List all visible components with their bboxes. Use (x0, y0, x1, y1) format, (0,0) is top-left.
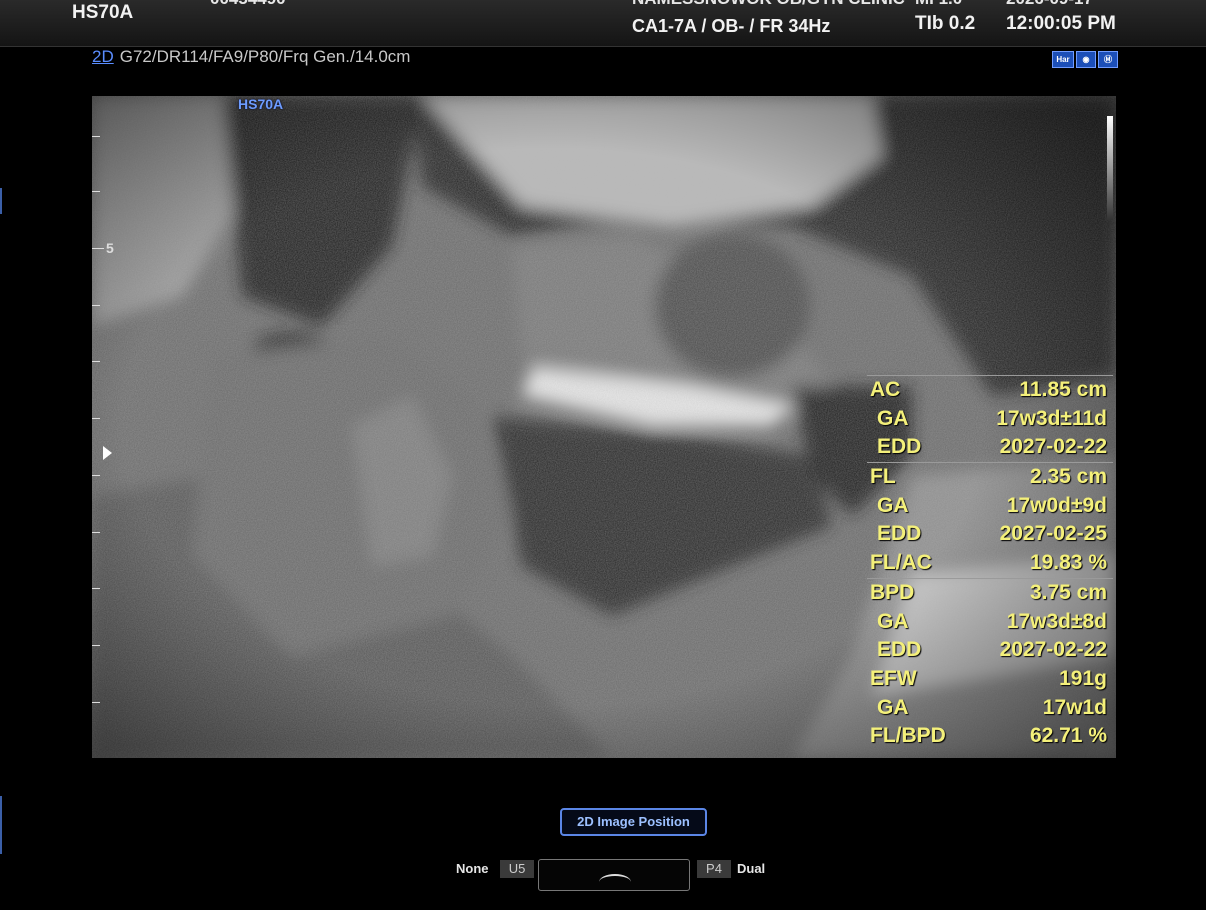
measurement-label: GA (877, 406, 909, 430)
depth-tick (92, 361, 100, 362)
measurement-value: 17w3d±11d (996, 406, 1107, 430)
measurement-row: AC 11.85 cm (867, 376, 1113, 405)
measurement-row: GA 17w3d±11d (867, 405, 1113, 434)
measurement-value: 62.71 % (1029, 724, 1107, 748)
measurement-value: 17w1d (1042, 695, 1107, 719)
dual-label[interactable]: Dual (737, 861, 765, 876)
parameter-settings: G72/DR114/FA9/P80/Frq Gen./14.0cm (119, 47, 411, 66)
vol-icon: Ⓜ (1098, 51, 1118, 68)
measurement-row: EDD 2027-02-22 (867, 433, 1113, 462)
measurement-label: AC (870, 378, 901, 401)
depth-tick (92, 532, 100, 533)
measurement-group: AC 11.85 cm GA 17w3d±11d EDD 2027-02-22 (867, 375, 1113, 462)
measurement-label: GA (877, 695, 909, 719)
measurement-label: EDD (877, 638, 922, 662)
measurement-label: GA (877, 493, 909, 517)
measurement-row: FL/BPD 62.71 % (867, 722, 1113, 751)
measurement-label: BPD (870, 580, 915, 604)
u5-button[interactable]: U5 (500, 860, 534, 878)
image-parameters: 2D G72/DR114/FA9/P80/Frq Gen./14.0cm (92, 47, 410, 67)
measurement-value: 2.35 cm (1029, 465, 1107, 489)
harmonic-icon: Har (1052, 51, 1074, 68)
depth-tick (92, 475, 100, 476)
depth-label: 5 (106, 240, 114, 256)
measurement-row: EDD 2027-02-22 (867, 636, 1113, 665)
p4-button[interactable]: P4 (697, 860, 731, 878)
mode-link[interactable]: 2D (92, 47, 114, 66)
left-edge-indicator-lower (0, 796, 2, 854)
status-icons: Har ◉ Ⓜ (1052, 51, 1118, 68)
depth-tick (92, 588, 100, 589)
depth-tick (92, 248, 104, 249)
focus-marker-icon[interactable] (103, 446, 112, 460)
institution-clipped: NAMESSNOWOK OB/GYN CLINIC (632, 0, 905, 9)
measurement-value: 2027-02-22 (999, 435, 1107, 459)
measurement-row: GA 17w0d±9d (867, 492, 1113, 521)
measurement-value: 17w3d±8d (1006, 609, 1107, 633)
measurement-row: FL/AC 19.83 % (867, 549, 1113, 578)
measurement-value: 17w0d±9d (1006, 493, 1107, 517)
mi-clipped: MI 1.0 (915, 0, 962, 9)
measurement-label: FL/AC (870, 551, 932, 575)
measurement-group: FL 2.35 cm GA 17w0d±9d EDD 2027-02-25 FL/AC 19.… (867, 462, 1113, 578)
image-position-button[interactable]: 2D Image Position (560, 808, 707, 836)
depth-scale (92, 96, 106, 758)
measurement-label: FL (870, 465, 896, 489)
grayscale-bar (1107, 116, 1113, 220)
measurement-value: 19.83 % (1029, 551, 1107, 575)
probe-preset: CA1-7A / OB- / FR 34Hz (632, 16, 831, 36)
probe-model-label: HS70A (238, 96, 284, 112)
date-clipped: 2026-09-17 (1006, 0, 1093, 9)
measurement-row: GA 17w3d±8d (867, 608, 1113, 637)
left-edge-indicator (0, 188, 2, 214)
depth-tick (92, 418, 100, 419)
depth-tick (92, 305, 100, 306)
measurement-value: 2027-02-25 (999, 522, 1107, 546)
depth-tick (92, 702, 100, 703)
measurement-row: BPD 3.75 cm (867, 579, 1113, 608)
depth-tick (92, 645, 100, 646)
tib-index: TIb 0.2 (915, 13, 976, 34)
header-bar: 00454490 NAMESSNOWOK OB/GYN CLINIC MI 1.… (0, 0, 1206, 47)
measurement-row: FL 2.35 cm (867, 463, 1113, 492)
none-label: None (456, 861, 489, 876)
measurement-value: 191g (1059, 666, 1107, 690)
model-name: HS70A (72, 2, 134, 23)
measurement-label: FL/BPD (870, 724, 946, 748)
depth-tick (92, 136, 100, 137)
measurement-row: EFW 191g (867, 665, 1113, 694)
sono-icon: ◉ (1076, 51, 1096, 68)
measurement-label: GA (877, 609, 909, 633)
depth-tick (92, 191, 100, 192)
measurement-row: EDD 2027-02-25 (867, 520, 1113, 549)
measurement-value: 3.75 cm (1029, 580, 1107, 604)
measurement-label: EDD (877, 435, 922, 459)
measurement-value: 11.85 cm (1019, 378, 1107, 401)
measurement-label: EDD (877, 522, 922, 546)
measurement-label: EFW (870, 666, 917, 690)
measurement-table: AC 11.85 cm GA 17w3d±11d EDD 2027-02-22 FL 2.35… (867, 375, 1113, 751)
control-knob[interactable] (538, 859, 690, 891)
measurement-group: BPD 3.75 cm GA 17w3d±8d EDD 2027-02-22 EFW 191g… (867, 577, 1113, 751)
measurement-value: 2027-02-22 (999, 638, 1107, 662)
measurement-row: GA 17w1d (867, 694, 1113, 723)
patient-id-clipped: 00454490 (210, 0, 286, 9)
clock-time: 12:00:05 PM (1006, 13, 1116, 34)
